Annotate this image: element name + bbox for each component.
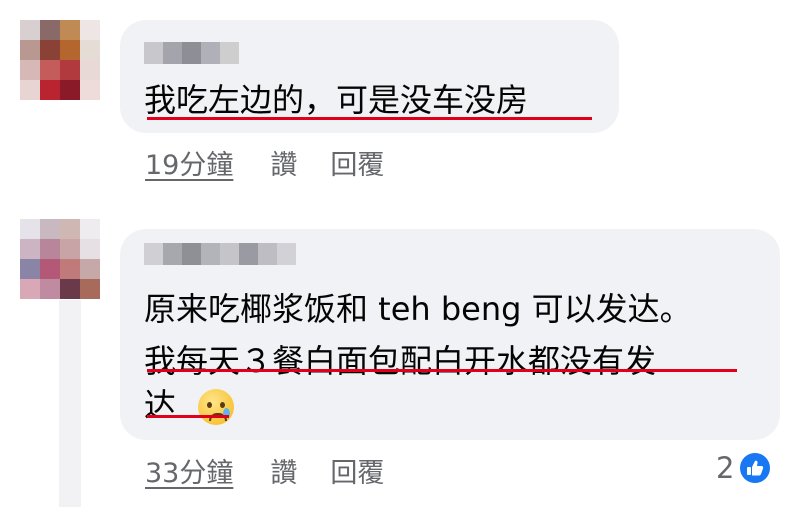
comment-actions-2: 33分鐘 讚 回覆 [145,451,417,490]
avatar-commenter-2[interactable] [20,219,100,299]
red-underline-annotation [147,117,592,120]
comment-text-2-line-1: 原来吃椰浆饭和 teh beng 可以发达。 [144,290,692,328]
avatar-pixel [60,40,80,60]
name-blur-pixel [201,42,220,64]
avatar-pixel [80,239,100,259]
avatar-pixel [20,80,40,100]
avatar-pixel [60,259,80,279]
avatar-pixel [20,239,40,259]
avatar-pixel [80,219,100,239]
avatar-pixel [60,219,80,239]
like-button[interactable]: 讚 [270,451,297,490]
name-blur-pixel [277,243,296,265]
name-blur-pixel [163,42,182,64]
reply-button[interactable]: 回覆 [330,143,384,182]
avatar-pixel [80,279,100,299]
comment-bubble-1: 我吃左边的，可是没车没房 [120,20,619,133]
avatar-pixel [80,40,100,60]
name-blur-pixel [182,243,201,265]
comment-actions-1: 19分鐘 讚 回覆 [145,143,417,182]
comment-text-2-line-3: 达 [144,386,177,424]
reaction-summary[interactable]: 2 [716,451,771,485]
commenter-name-blurred-2[interactable] [144,243,296,265]
comment-text-2-line-2: 我每天３餐白面包配白开水都没有发 [144,342,657,380]
commenter-name-blurred-1[interactable] [144,42,239,64]
avatar-pixel [60,279,80,299]
reaction-count: 2 [716,451,735,485]
name-blur-pixel [258,243,277,265]
comment-bubble-2: 原来吃椰浆饭和 teh beng 可以发达。 我每天３餐白面包配白开水都没有发 … [120,229,780,440]
avatar-pixel [60,239,80,259]
name-blur-pixel [201,243,220,265]
avatar-pixel [40,40,60,60]
thumbs-up-icon [740,453,771,483]
thread-line [59,300,81,507]
avatar-pixel [20,60,40,80]
avatar-pixel [20,279,40,299]
crying-face-emoji-icon [198,389,234,425]
like-button[interactable]: 讚 [270,143,297,182]
avatar-pixel [20,219,40,239]
name-blur-pixel [220,243,239,265]
reply-button[interactable]: 回覆 [330,451,384,490]
name-blur-pixel [239,243,258,265]
avatar-pixel [40,20,60,40]
avatar-pixel [80,20,100,40]
name-blur-pixel [163,243,182,265]
red-underline-annotation [147,415,229,418]
avatar-pixel [60,60,80,80]
comment-timestamp-link[interactable]: 19分鐘 [145,143,233,182]
avatar-pixel [20,20,40,40]
avatar-pixel [40,259,60,279]
avatar-pixel [20,40,40,60]
avatar-pixel [40,60,60,80]
avatar-pixel [80,60,100,80]
comment-timestamp-link[interactable]: 33分鐘 [145,451,233,490]
name-blur-pixel [144,243,163,265]
name-blur-pixel [182,42,201,64]
avatar-pixel [40,219,60,239]
avatar-pixel [40,239,60,259]
name-blur-pixel [144,42,163,64]
avatar-pixel [80,80,100,100]
avatar-pixel [40,80,60,100]
avatar-pixel [20,259,40,279]
red-underline-annotation [147,369,737,372]
name-blur-pixel [220,42,239,64]
avatar-pixel [60,80,80,100]
avatar-pixel [60,20,80,40]
avatar-pixel [80,259,100,279]
avatar-pixel [40,279,60,299]
avatar-commenter-1[interactable] [20,20,100,100]
